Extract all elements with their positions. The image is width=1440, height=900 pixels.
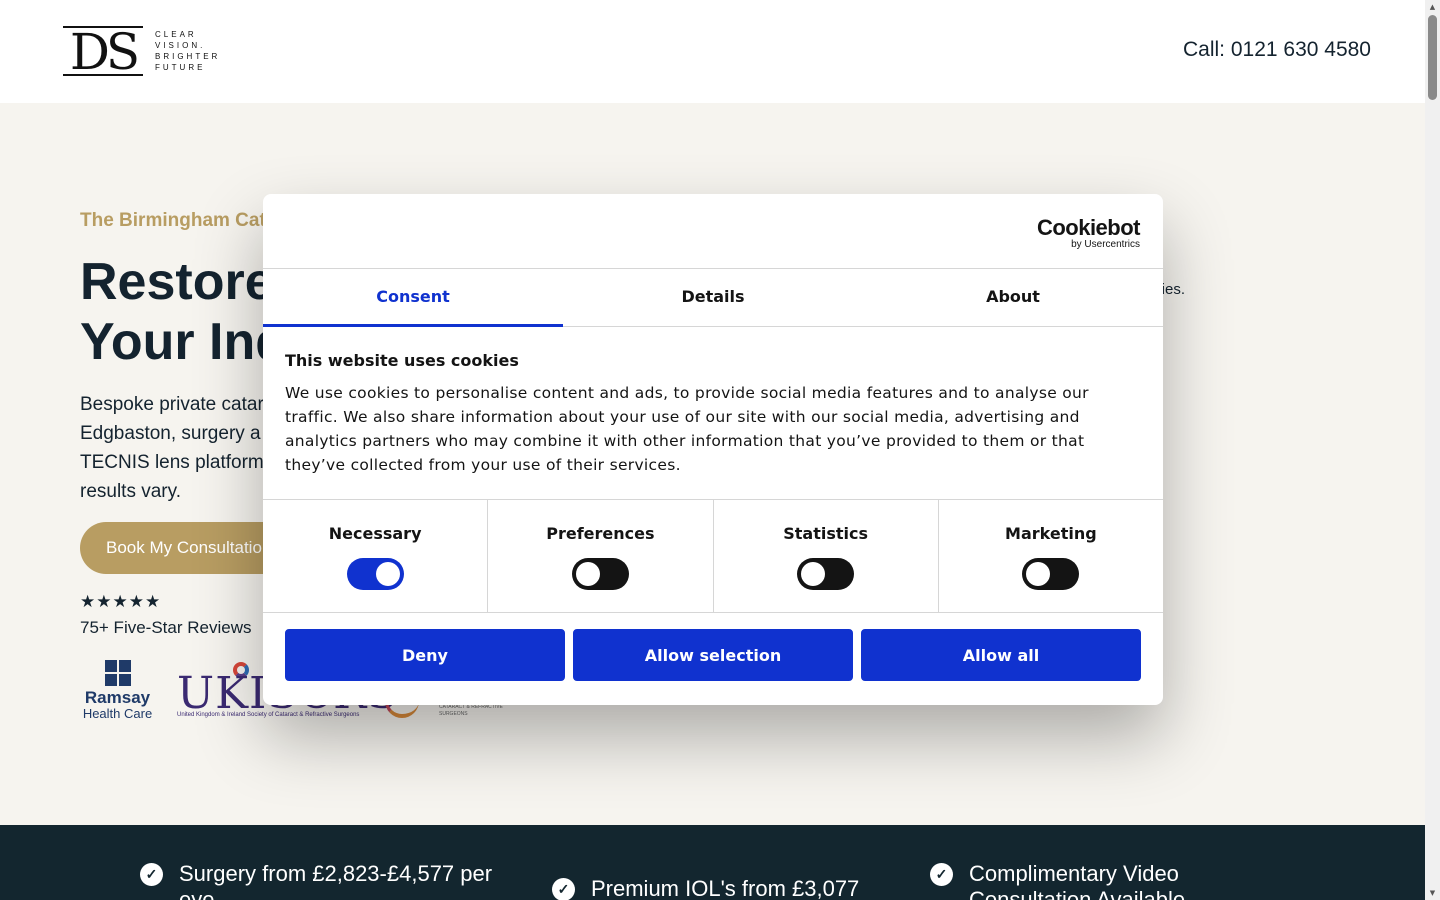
logo-letters: DS: [69, 23, 140, 81]
hero-desc-line2: Edgbaston, surgery a: [80, 423, 261, 444]
dialog-text: We use cookies to personalise content an…: [285, 384, 1089, 474]
ramsay-logo: Ramsay Health Care: [80, 660, 155, 721]
reviews-count[interactable]: 75+ Five-Star Reviews: [80, 618, 251, 638]
dialog-title: This website uses cookies: [285, 351, 519, 370]
category-preferences: Preferences: [488, 500, 714, 612]
hero-title-line1: Restore: [80, 253, 274, 311]
page-scrollbar[interactable]: ▲ ▼: [1425, 0, 1440, 900]
usp-item: ✓ Surgery from £2,823-£4,577 per eye: [140, 861, 520, 900]
allow-selection-button[interactable]: Allow selection: [573, 629, 853, 681]
phone-link[interactable]: Call: 0121 630 4580: [1183, 38, 1371, 62]
category-label: Necessary: [328, 524, 422, 543]
dialog-header: Cookiebot by Usercentrics: [263, 194, 1163, 269]
dialog-tabs: Consent Details About: [263, 269, 1163, 327]
star-rating: ★★★★★: [80, 592, 162, 612]
cookiebot-brand-sub: by Usercentrics: [1071, 239, 1140, 250]
surgeons-society-text: CATARACT & REFRACTIVE SURGEONS: [439, 704, 503, 717]
allow-all-button[interactable]: Allow all: [861, 629, 1141, 681]
site-header: DS CLEAR VISION. BRIGHTER FUTURE Call: 0…: [0, 0, 1425, 103]
category-necessary: Necessary: [263, 500, 489, 612]
category-label: Statistics: [783, 524, 868, 543]
scroll-down-arrow-icon[interactable]: ▼: [1428, 888, 1437, 898]
scrollbar-thumb[interactable]: [1428, 15, 1437, 100]
necessary-toggle[interactable]: [346, 558, 404, 590]
usp-text: Premium IOL's from £3,077: [591, 876, 860, 900]
scroll-up-arrow-icon[interactable]: ▲: [1428, 2, 1437, 12]
site-logo[interactable]: DS CLEAR VISION. BRIGHTER FUTURE: [63, 23, 230, 81]
usp-band: ✓ Surgery from £2,823-£4,577 per eye ✓ P…: [0, 825, 1425, 900]
hero-desc-line1: Bespoke private catar: [80, 394, 264, 415]
hero-title: Restore Your Ind: [80, 252, 287, 372]
tab-consent[interactable]: Consent: [263, 269, 563, 327]
hero-title-line2: Your Ind: [80, 313, 288, 371]
toggle-knob: [1026, 562, 1051, 586]
toggle-knob: [575, 562, 600, 586]
hero-desc-line3: TECNIS lens platform: [80, 452, 264, 473]
hero-description: Bespoke private catar Edgbaston, surgery…: [80, 390, 264, 506]
category-label: Preferences: [546, 524, 655, 543]
cookiebot-logo[interactable]: Cookiebot by Usercentrics: [1036, 215, 1141, 251]
toggle-knob: [801, 562, 826, 586]
cookie-consent-dialog: Cookiebot by Usercentrics Consent Detail…: [263, 194, 1163, 705]
dialog-body: This website uses cookies We use cookies…: [263, 327, 1163, 500]
logo-tagline: CLEAR VISION. BRIGHTER FUTURE: [155, 30, 221, 72]
ramsay-mark-icon: [104, 660, 131, 686]
usp-item: ✓ Complimentary Video Consultation Avail…: [930, 861, 1230, 900]
usp-text: Surgery from £2,823-£4,577 per eye: [179, 861, 493, 900]
statistics-toggle[interactable]: [797, 558, 855, 590]
toggle-knob: [375, 562, 400, 586]
deny-button[interactable]: Deny: [285, 629, 565, 681]
hero-desc-line4: results vary.: [80, 481, 182, 502]
hero-kicker: The Birmingham Cat: [80, 210, 266, 231]
ramsay-name: Ramsay: [84, 688, 151, 707]
preferences-toggle[interactable]: [571, 558, 629, 590]
category-marketing: Marketing: [939, 500, 1163, 612]
tab-about[interactable]: About: [863, 269, 1163, 326]
check-circle-icon: ✓: [140, 863, 163, 886]
logo-mark: DS: [63, 23, 143, 81]
cookie-categories: Necessary Preferences Statistics Marketi…: [263, 500, 1163, 613]
cookiebot-brand: Cookiebot: [1036, 215, 1141, 240]
ramsay-sub: Health Care: [82, 706, 153, 721]
marketing-toggle[interactable]: [1022, 558, 1080, 590]
check-circle-icon: ✓: [552, 878, 575, 900]
category-label: Marketing: [1005, 524, 1097, 543]
dialog-actions: Deny Allow selection Allow all: [263, 613, 1163, 681]
usp-text: Complimentary Video Consultation Availab…: [969, 861, 1186, 900]
check-circle-icon: ✓: [930, 863, 953, 886]
usp-item: ✓ Premium IOL's from £3,077: [552, 876, 892, 900]
tab-details[interactable]: Details: [563, 269, 863, 326]
category-statistics: Statistics: [714, 500, 939, 612]
ukiscrs-sub: United Kingdom & Ireland Society of Cata…: [177, 712, 360, 718]
